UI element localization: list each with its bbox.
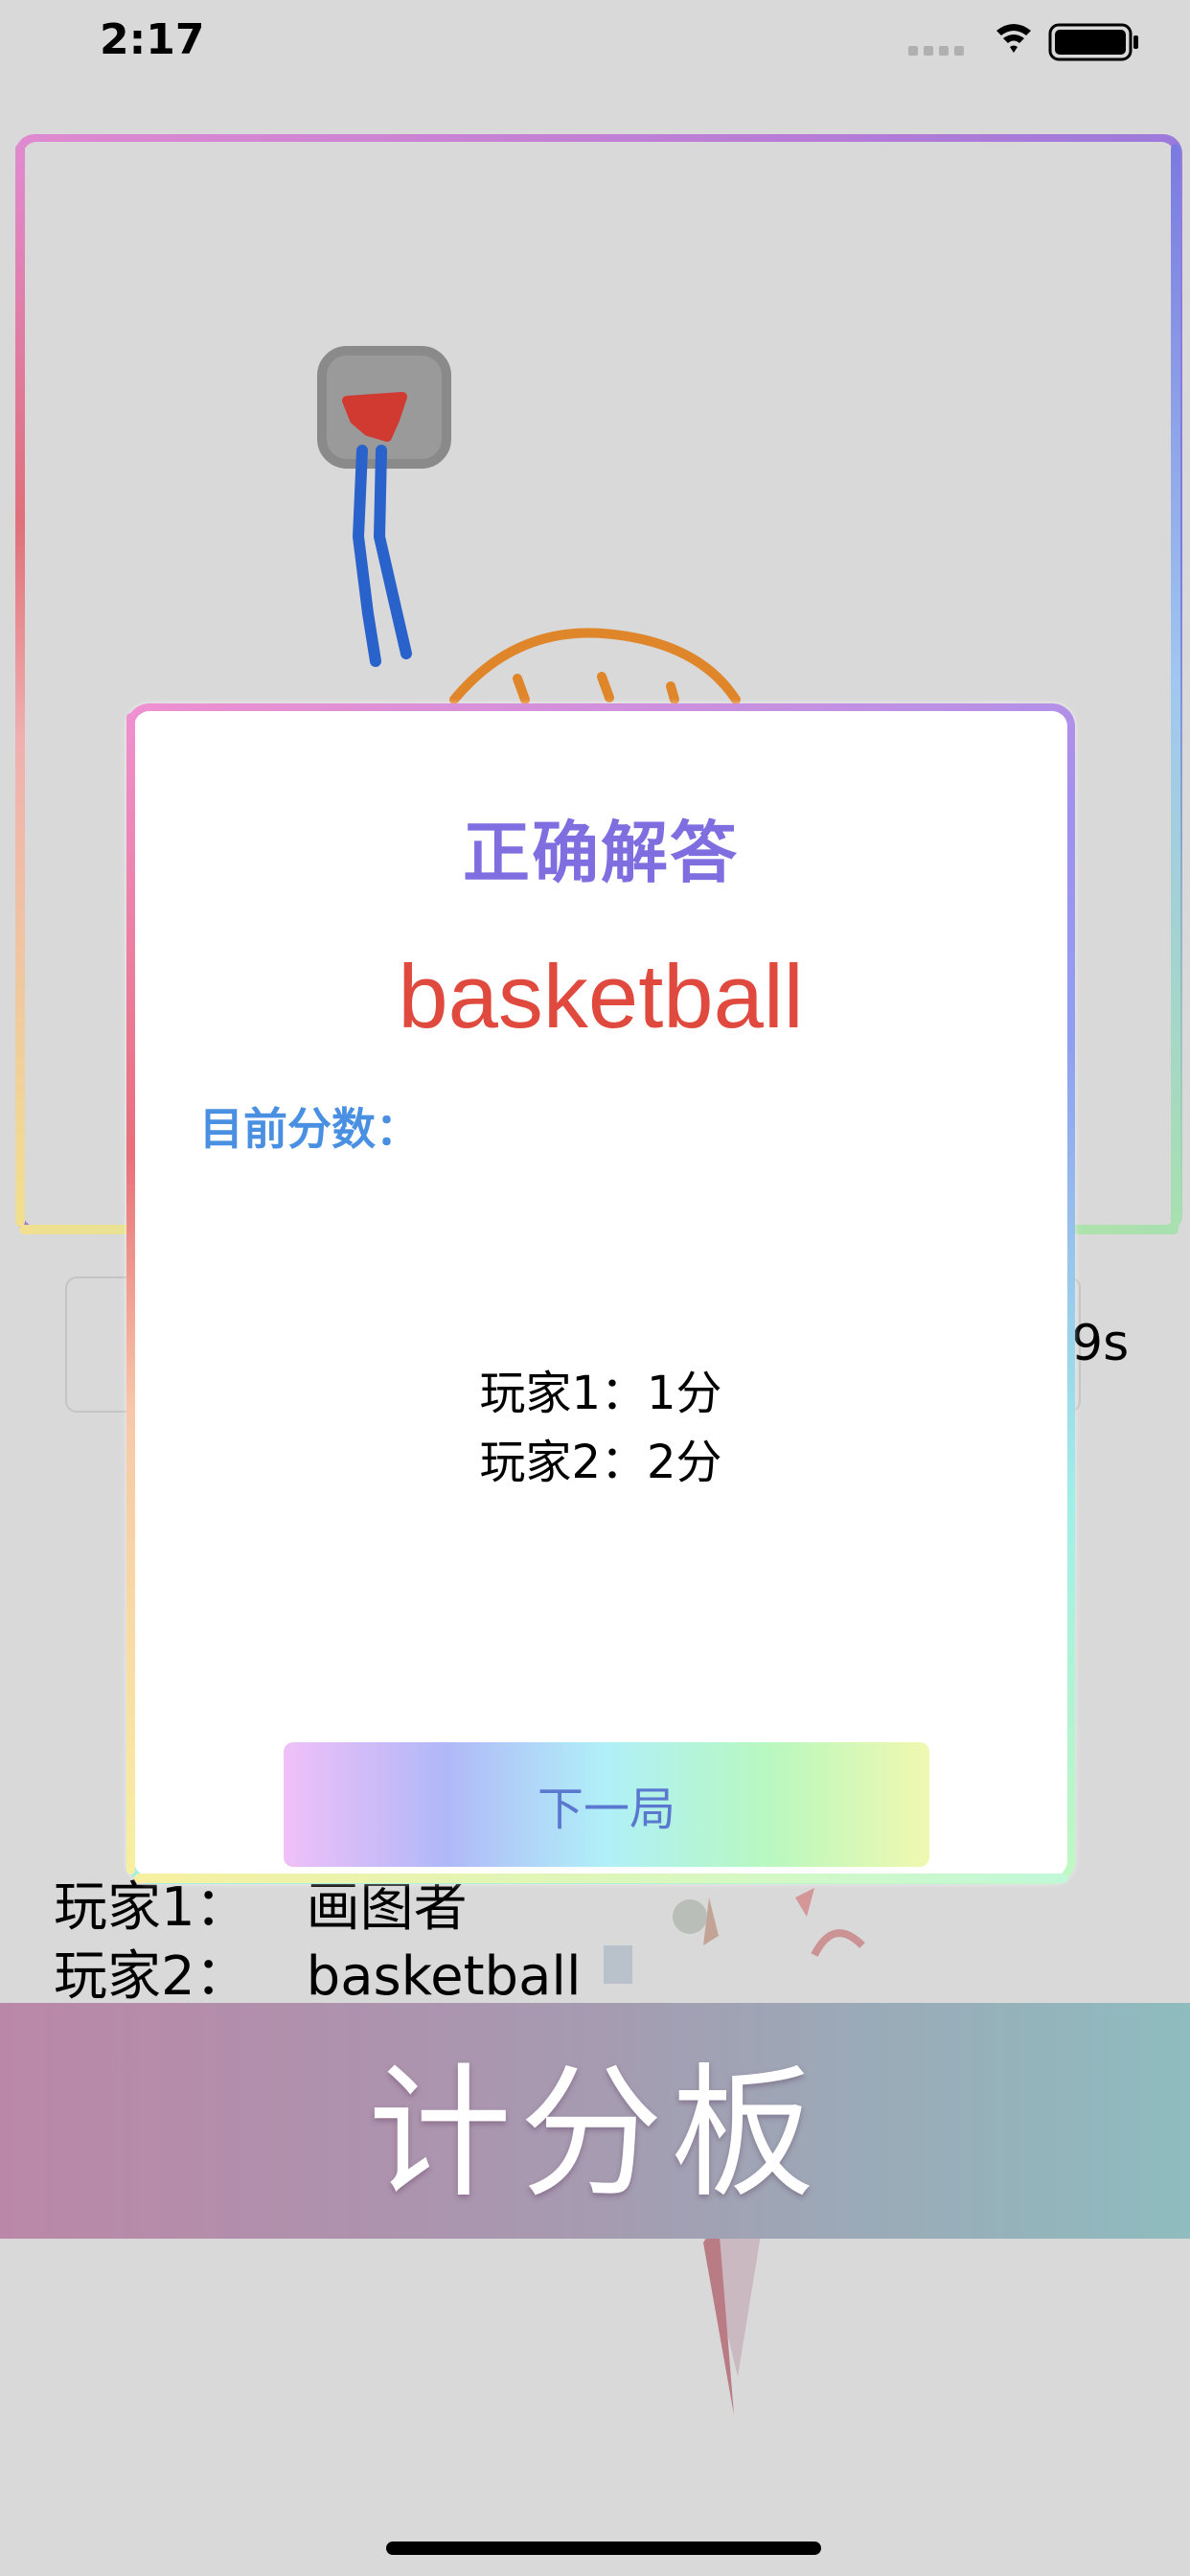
sketch-ball-line-2 bbox=[597, 672, 614, 702]
banner-title: 计分板 bbox=[367, 2050, 822, 2218]
score-row: 玩家2：2分 bbox=[479, 1436, 722, 1489]
sketch-pole-2 bbox=[373, 445, 412, 659]
modal-title: 正确解答 bbox=[463, 814, 739, 892]
score-label: 目前分数： bbox=[199, 1103, 420, 1155]
player-status: 画图者 bbox=[306, 1876, 468, 1939]
modal-border-bottom bbox=[134, 1874, 1068, 1883]
sketch-ball-line-1 bbox=[513, 674, 530, 704]
modal-content: 正确解答 basketball 目前分数： 玩家1：1分 玩家2：2分 下一局 bbox=[134, 711, 1067, 1876]
scoreboard-banner: 计分板 bbox=[0, 2003, 1190, 2239]
player-name: 玩家2： bbox=[54, 1945, 249, 2008]
sketch-ball bbox=[449, 628, 741, 704]
sketch-pole-1 bbox=[352, 445, 381, 667]
correct-answer: basketball bbox=[398, 946, 804, 1046]
player-name: 玩家1： bbox=[54, 1876, 249, 1939]
score-row: 玩家1：1分 bbox=[479, 1367, 722, 1420]
home-indicator[interactable] bbox=[386, 2542, 821, 2555]
result-modal: 正确解答 basketball 目前分数： 玩家1：1分 玩家2：2分 下一局 bbox=[126, 703, 1075, 1884]
countdown-timer: 9s bbox=[1071, 1315, 1130, 1372]
modal-border-left bbox=[126, 713, 135, 1874]
sketch-ball-line-3 bbox=[666, 681, 679, 704]
score-list: 玩家1：1分 玩家2：2分 bbox=[134, 1359, 1067, 1497]
player-status: basketball bbox=[306, 1945, 582, 2008]
player-row-2: 玩家2： basketball bbox=[54, 1943, 582, 2012]
next-round-button[interactable]: 下一局 bbox=[284, 1742, 929, 1867]
player-list: 玩家1： 画图者 玩家2： basketball bbox=[54, 1874, 582, 2012]
